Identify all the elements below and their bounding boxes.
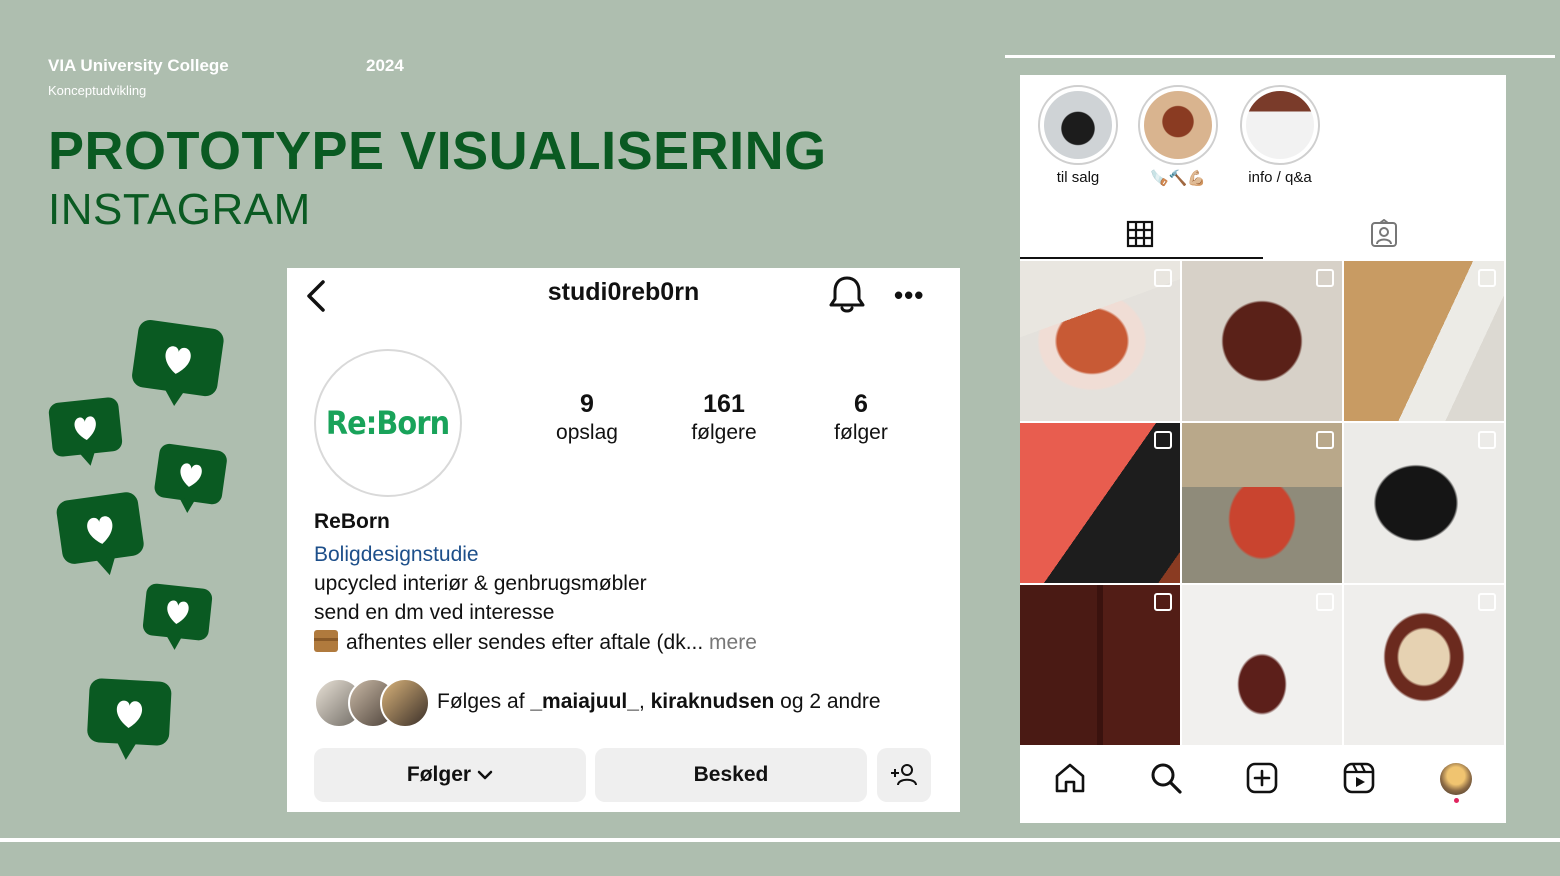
add-person-icon	[891, 764, 917, 786]
post-thumbnail[interactable]	[1182, 423, 1342, 583]
followed-user[interactable]: kiraknudsen	[651, 690, 775, 713]
profile-panel: studi0reb0rn ••• Re:Born 9 opslag 161 fø…	[287, 268, 960, 812]
post-thumbnail[interactable]	[1344, 261, 1504, 421]
followed-by[interactable]: Følges af _maiajuul_, kiraknudsen og 2 a…	[314, 678, 954, 730]
highlight-label: info / q&a	[1248, 169, 1312, 186]
multi-select-icon	[1154, 431, 1172, 449]
highlight-ring	[1038, 85, 1118, 165]
post-thumbnail[interactable]	[1182, 261, 1342, 421]
highlight-tools[interactable]: 🪚🔨💪🏼	[1138, 85, 1218, 187]
post-thumbnail[interactable]	[1020, 261, 1180, 421]
multi-select-icon	[1316, 431, 1334, 449]
followed-by-text: Følges af _maiajuul_, kiraknudsen og 2 a…	[437, 690, 881, 714]
notification-dot	[1454, 798, 1459, 803]
highlight-image	[1144, 91, 1212, 159]
multi-select-icon	[1478, 269, 1496, 287]
profile-grid-screen: til salg 🪚🔨💪🏼 info / q&a	[1020, 75, 1506, 823]
more-options-icon[interactable]: •••	[894, 280, 924, 311]
multi-select-icon	[1316, 269, 1334, 287]
highlight-ring	[1240, 85, 1320, 165]
bio-line: upcycled interiør & genbrugsmøbler	[314, 572, 647, 595]
home-icon[interactable]	[1052, 760, 1088, 796]
profile-name: ReBorn	[314, 510, 390, 533]
package-icon	[314, 630, 338, 652]
following-label: Følger	[406, 763, 472, 786]
bio-more-link[interactable]: mere	[703, 631, 757, 654]
heart-bubble-icon	[87, 678, 172, 760]
divider-top	[1005, 55, 1555, 58]
stat-number: 6	[854, 390, 868, 418]
create-post-icon[interactable]	[1244, 760, 1280, 796]
message-button[interactable]: Besked	[595, 748, 867, 802]
post-thumbnail[interactable]	[1344, 423, 1504, 583]
department: Konceptudvikling	[48, 83, 147, 98]
bio-text: afhentes eller sendes efter aftale (dk..…	[346, 631, 704, 654]
tagged-tab-icon[interactable]	[1369, 219, 1399, 249]
stat-label: følgere	[691, 421, 757, 444]
post-thumbnail[interactable]	[1182, 585, 1342, 745]
followed-sep: ,	[638, 690, 651, 713]
divider-bottom	[0, 838, 1560, 842]
logo-text: Re:Born	[326, 404, 450, 442]
stat-number: 161	[703, 390, 745, 418]
grid-tab-icon[interactable]	[1126, 220, 1154, 248]
profile-avatar-nav[interactable]	[1440, 763, 1472, 795]
stat-following[interactable]: 6 følger	[791, 390, 931, 445]
stat-number: 9	[580, 390, 594, 418]
multi-select-icon	[1478, 431, 1496, 449]
profile-category[interactable]: Boligdesignstudie	[314, 543, 479, 567]
active-tab-indicator	[1020, 257, 1263, 259]
following-button[interactable]: Følger	[314, 748, 586, 802]
follower-avatar	[380, 678, 430, 728]
search-icon[interactable]	[1148, 760, 1184, 796]
followed-suffix: og 2 andre	[774, 690, 881, 713]
highlight-label: 🪚🔨💪🏼	[1149, 170, 1207, 187]
heart-bubble-icon	[132, 319, 224, 407]
highlight-ring	[1138, 85, 1218, 165]
message-label: Besked	[693, 763, 769, 786]
post-thumbnail[interactable]	[1020, 423, 1180, 583]
slide-title: PROTOTYPE VISUALISERING	[48, 121, 827, 181]
heart-bubble-icon	[154, 443, 227, 513]
heart-bubble-icon	[48, 397, 123, 466]
highlight-info[interactable]: info / q&a	[1240, 85, 1320, 186]
reels-icon[interactable]	[1341, 760, 1377, 796]
followed-prefix: Følges af	[437, 690, 531, 713]
multi-select-icon	[1154, 593, 1172, 611]
highlight-image	[1044, 91, 1112, 159]
org-name: VIA University College	[48, 56, 229, 75]
highlight-image	[1246, 91, 1314, 159]
stat-followers[interactable]: 161 følgere	[654, 390, 794, 445]
bio-line: send en dm ved interesse	[314, 601, 555, 624]
profile-avatar[interactable]: Re:Born	[314, 349, 462, 497]
multi-select-icon	[1478, 593, 1496, 611]
multi-select-icon	[1154, 269, 1172, 287]
stat-label: følger	[834, 421, 888, 444]
heart-bubble-icon	[142, 583, 213, 650]
post-thumbnail[interactable]	[1020, 585, 1180, 745]
slide-subtitle: INSTAGRAM	[48, 185, 311, 234]
bell-icon[interactable]	[828, 274, 866, 314]
highlight-til-salg[interactable]: til salg	[1038, 85, 1118, 186]
chevron-down-icon	[477, 770, 493, 780]
post-thumbnail[interactable]	[1344, 585, 1504, 745]
multi-select-icon	[1316, 593, 1334, 611]
heart-bubble-icon	[56, 492, 144, 576]
post-grid	[1020, 261, 1506, 745]
year: 2024	[366, 56, 404, 75]
highlight-label: til salg	[1056, 169, 1100, 186]
add-user-button[interactable]	[877, 748, 931, 802]
stat-posts[interactable]: 9 opslag	[517, 390, 657, 445]
stat-label: opslag	[556, 421, 618, 444]
followed-user[interactable]: _maiajuul_	[530, 690, 639, 713]
bio-line: afhentes eller sendes efter aftale (dk..…	[314, 630, 757, 655]
